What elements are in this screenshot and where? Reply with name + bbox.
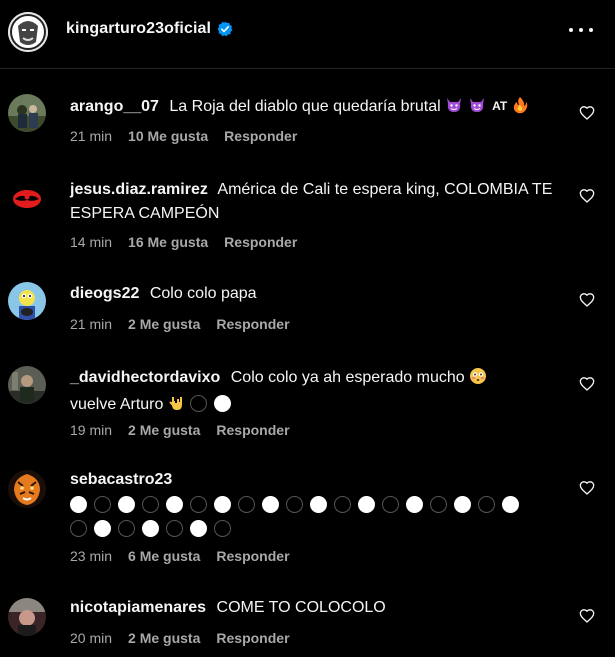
white-circle-icon — [118, 496, 135, 513]
comment-meta: 21 min 10 Me gusta Responder — [70, 128, 297, 144]
reply-button[interactable]: Responder — [216, 422, 289, 438]
comment-avatar[interactable] — [8, 470, 46, 508]
white-circle-icon — [190, 520, 207, 537]
reply-button[interactable]: Responder — [224, 234, 297, 250]
comment-body: nicotapiamenares COME TO COLOCOLO — [70, 596, 560, 620]
comment-likes[interactable]: 16 Me gusta — [128, 234, 208, 250]
white-circle-icon — [406, 496, 423, 513]
like-heart-icon[interactable] — [579, 480, 595, 496]
comment-time[interactable]: 19 min — [70, 422, 112, 438]
comment-avatar[interactable] — [8, 180, 46, 218]
at-emoji-text: AT — [492, 99, 508, 113]
white-circle-icon — [142, 520, 159, 537]
black-circle-icon — [238, 496, 255, 513]
comment-body: _davidhectordavixo Colo colo ya ah esper… — [70, 366, 560, 420]
comment-username[interactable]: sebacastro23 — [70, 471, 172, 488]
black-circle-icon — [334, 496, 351, 513]
white-circle-icon — [214, 496, 231, 513]
black-circle-icon — [118, 520, 135, 537]
fire-icon — [512, 96, 528, 122]
reply-button[interactable]: Responder — [224, 128, 297, 144]
white-circle-icon — [70, 496, 87, 513]
comment-body: jesus.diaz.ramirez América de Cali te es… — [70, 178, 560, 226]
comment-likes[interactable]: 10 Me gusta — [128, 128, 208, 144]
comment-avatar[interactable] — [8, 366, 46, 404]
profile-avatar[interactable] — [8, 12, 48, 52]
profile-username[interactable]: kingarturo23oficial — [66, 20, 233, 38]
reply-button[interactable]: Responder — [216, 630, 289, 646]
like-heart-icon[interactable] — [579, 105, 595, 121]
black-circle-icon — [190, 496, 207, 513]
comment-text: COME TO COLOCOLO — [216, 599, 386, 616]
black-circle-icon — [286, 496, 303, 513]
like-heart-icon[interactable] — [579, 376, 595, 392]
comment-time[interactable]: 14 min — [70, 234, 112, 250]
smiling-imp-icon — [445, 96, 463, 122]
reply-button[interactable]: Responder — [216, 548, 289, 564]
verified-badge-icon — [217, 21, 233, 37]
comment-avatar[interactable] — [8, 598, 46, 636]
comment-time[interactable]: 23 min — [70, 548, 112, 564]
flushed-face-icon — [469, 367, 487, 393]
comment-text: La Roja del diablo que quedaría brutal — [169, 98, 441, 115]
love-you-gesture-icon — [168, 394, 186, 420]
black-circle-icon — [94, 496, 111, 513]
more-options-button[interactable] — [569, 22, 593, 38]
comment-meta: 21 min 2 Me gusta Responder — [70, 316, 290, 332]
comment-username[interactable]: arango__07 — [70, 98, 159, 115]
black-circle-icon — [70, 520, 87, 537]
comment-text: Colo colo papa — [149, 285, 257, 302]
comment-avatar[interactable] — [8, 282, 46, 320]
post-header: kingarturo23oficial — [0, 0, 615, 69]
like-heart-icon[interactable] — [579, 292, 595, 308]
comment-meta: 20 min 2 Me gusta Responder — [70, 630, 290, 646]
username-text[interactable]: kingarturo23oficial — [66, 20, 211, 38]
like-heart-icon[interactable] — [579, 188, 595, 204]
black-circle-icon — [142, 496, 159, 513]
comment-meta: 14 min 16 Me gusta Responder — [70, 234, 297, 250]
comment-body: dieogs22 Colo colo papa — [70, 282, 560, 306]
comment-body: sebacastro23 — [70, 468, 560, 542]
white-circle-icon — [454, 496, 471, 513]
comment-meta: 23 min 6 Me gusta Responder — [70, 548, 290, 564]
black-circle-icon — [478, 496, 495, 513]
emoji-circles-row — [70, 518, 560, 542]
comment-text-line2: vuelve Arturo — [70, 396, 164, 413]
comment-time[interactable]: 21 min — [70, 128, 112, 144]
comment-text: Colo colo ya ah esperado mucho — [230, 369, 465, 386]
black-circle-icon — [166, 520, 183, 537]
comment-time[interactable]: 20 min — [70, 630, 112, 646]
black-circle-icon — [382, 496, 399, 513]
black-circle-icon — [190, 395, 208, 412]
comment-likes[interactable]: 6 Me gusta — [128, 548, 200, 564]
white-circle-icon — [262, 496, 279, 513]
reply-button[interactable]: Responder — [216, 316, 289, 332]
comment-username[interactable]: _davidhectordavixo — [70, 369, 220, 386]
white-circle-icon — [358, 496, 375, 513]
comment-meta: 19 min 2 Me gusta Responder — [70, 422, 290, 438]
comment-time[interactable]: 21 min — [70, 316, 112, 332]
comment-likes[interactable]: 2 Me gusta — [128, 422, 200, 438]
black-circle-icon — [214, 520, 231, 537]
comment-likes[interactable]: 2 Me gusta — [128, 316, 200, 332]
comment-likes[interactable]: 2 Me gusta — [128, 630, 200, 646]
white-circle-icon — [94, 520, 111, 537]
more-dot-icon — [569, 28, 573, 32]
emoji-circles-row — [70, 494, 560, 518]
white-circle-icon — [310, 496, 327, 513]
white-circle-icon — [166, 496, 183, 513]
white-circle-icon — [502, 496, 519, 513]
comment-username[interactable]: jesus.diaz.ramirez — [70, 181, 208, 198]
white-circle-icon — [214, 395, 232, 412]
comment-body: arango__07 La Roja del diablo que quedar… — [70, 94, 560, 122]
black-circle-icon — [430, 496, 447, 513]
smiling-imp-icon — [468, 96, 486, 122]
comment-username[interactable]: dieogs22 — [70, 285, 139, 302]
more-dot-icon — [589, 28, 593, 32]
comment-username[interactable]: nicotapiamenares — [70, 599, 206, 616]
like-heart-icon[interactable] — [579, 608, 595, 624]
more-dot-icon — [579, 28, 583, 32]
comment-avatar[interactable] — [8, 94, 46, 132]
